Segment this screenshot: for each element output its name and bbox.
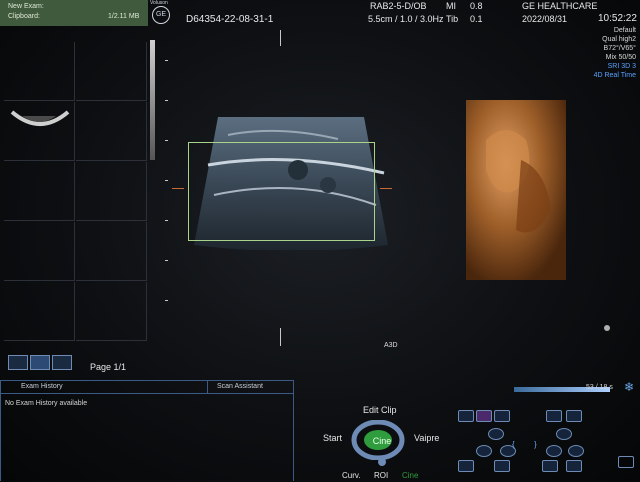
no-history-message: No Exam History available xyxy=(5,400,88,407)
orientation-marker: A3D xyxy=(384,342,398,349)
ctrl-button[interactable] xyxy=(566,410,582,422)
ctrl-button[interactable] xyxy=(458,410,474,422)
tab-scan-assistant-label: Scan Assistant xyxy=(217,383,263,390)
mi-label: MI xyxy=(446,1,456,11)
param-mix: Mix 50/50 xyxy=(605,54,636,61)
ctrl-round-button[interactable] xyxy=(488,428,504,440)
start-label: Start xyxy=(323,433,343,443)
thumbnail-slot[interactable] xyxy=(4,42,75,101)
thumbnail-slot[interactable] xyxy=(76,222,147,281)
page-indicator: Page 1/1 xyxy=(90,362,127,372)
ctrl-round-button[interactable] xyxy=(568,445,584,457)
ctrl-round-button[interactable] xyxy=(476,445,492,457)
bottom-tab-panel: Exam History Scan Assistant No Exam Hist… xyxy=(0,380,294,481)
clipboard-size: 1/2.11 MB xyxy=(108,13,140,20)
param-angles: B72°/V65° xyxy=(603,45,636,52)
depth-frequency: 5.5cm / 1.0 / 3.0Hz xyxy=(368,14,444,24)
thumbnail-slot[interactable] xyxy=(4,222,75,281)
3d-render-view[interactable] xyxy=(466,100,566,280)
thumbnail-slot[interactable] xyxy=(76,162,147,221)
thumbnail-image xyxy=(10,110,70,126)
thumbnail-slot[interactable] xyxy=(4,162,75,221)
edit-clip-title: Edit Clip xyxy=(363,405,397,415)
param-sri: SRI 3D 3 xyxy=(607,63,636,70)
brand-label: GE HEALTHCARE xyxy=(522,1,598,11)
depth-tick xyxy=(165,220,168,221)
single-layout-button[interactable] xyxy=(8,355,28,370)
roi-marker-right xyxy=(380,188,392,189)
parameter-list: Default Qual high2 B72°/V65° Mix 50/50 S… xyxy=(594,26,636,80)
printer-icon[interactable] xyxy=(618,456,634,468)
knob-curv-label: Curv. xyxy=(342,471,361,480)
thumbnail-slot[interactable] xyxy=(4,282,75,341)
depth-tick xyxy=(165,100,168,101)
depth-tick xyxy=(165,60,168,61)
depth-tick xyxy=(165,140,168,141)
tab-exam-history-label: Exam History xyxy=(21,383,63,390)
thumbnail-grid xyxy=(4,42,148,350)
param-quality: Qual high2 xyxy=(602,36,636,43)
ctrl-button[interactable] xyxy=(546,410,562,422)
exam-date: 2022/08/31 xyxy=(522,14,568,24)
freeze-icon[interactable]: ❄ xyxy=(624,380,634,394)
tab-exam-history[interactable]: Exam History xyxy=(1,381,208,393)
tab-scan-assistant[interactable]: Scan Assistant xyxy=(207,381,293,393)
probe-preset: RAB2-5-D/OB xyxy=(370,1,427,11)
ctrl-button[interactable] xyxy=(476,410,492,422)
patient-id: D64354-22-08-31-1 xyxy=(186,14,274,25)
thumbnail-slot[interactable] xyxy=(4,102,75,161)
param-mode: 4D Real Time xyxy=(593,72,636,79)
tib-label: Tib xyxy=(446,14,459,24)
bracket-icon: } xyxy=(534,440,537,449)
ctrl-round-button[interactable] xyxy=(546,445,562,457)
thumbnail-slot[interactable] xyxy=(76,102,147,161)
depth-tick xyxy=(165,260,168,261)
voluson-logo-text: Voluson xyxy=(150,0,168,6)
cine-frame-count: 53 / 18 s xyxy=(586,384,613,391)
new-exam-label: New Exam: xyxy=(8,3,44,10)
ctrl-round-button[interactable] xyxy=(556,428,572,440)
depth-tick xyxy=(165,180,168,181)
ge-logo: GE xyxy=(152,6,170,24)
ctrl-button[interactable] xyxy=(494,410,510,422)
depth-tick xyxy=(165,300,168,301)
roi-marker-left xyxy=(172,188,184,189)
dual-layout-button[interactable] xyxy=(30,355,50,370)
ctrl-button[interactable] xyxy=(458,460,474,472)
end-label: Vaipre xyxy=(414,433,440,443)
roi-box[interactable] xyxy=(188,142,375,241)
mi-value: 0.8 xyxy=(470,1,483,11)
knob-roi-label: ROI xyxy=(374,471,389,480)
cursor-dot xyxy=(604,325,610,331)
ctrl-button[interactable] xyxy=(494,460,510,472)
exam-history-content: No Exam History available xyxy=(1,393,293,482)
tib-value: 0.1 xyxy=(470,14,483,24)
quad-layout-button[interactable] xyxy=(52,355,72,370)
roi-knob[interactable] xyxy=(378,458,386,466)
bracket-icon: { xyxy=(512,440,515,449)
ctrl-button[interactable] xyxy=(542,460,558,472)
ctrl-button[interactable] xyxy=(566,460,582,472)
thumbnail-slot[interactable] xyxy=(76,282,147,341)
exam-info-panel: New Exam: Clipboard: 1/2.11 MB xyxy=(0,0,148,26)
gray-scale-bar xyxy=(150,40,155,160)
param-preset: Default xyxy=(613,27,636,34)
cine-center-label: Cine xyxy=(372,436,392,446)
exam-time: 10:52:22 xyxy=(598,13,637,24)
knob-cine-label: Cine xyxy=(402,471,419,480)
bottom-marker xyxy=(280,328,281,346)
thumbnail-slot[interactable] xyxy=(76,42,147,101)
top-marker xyxy=(280,30,281,46)
clipboard-label: Clipboard: xyxy=(8,13,40,20)
